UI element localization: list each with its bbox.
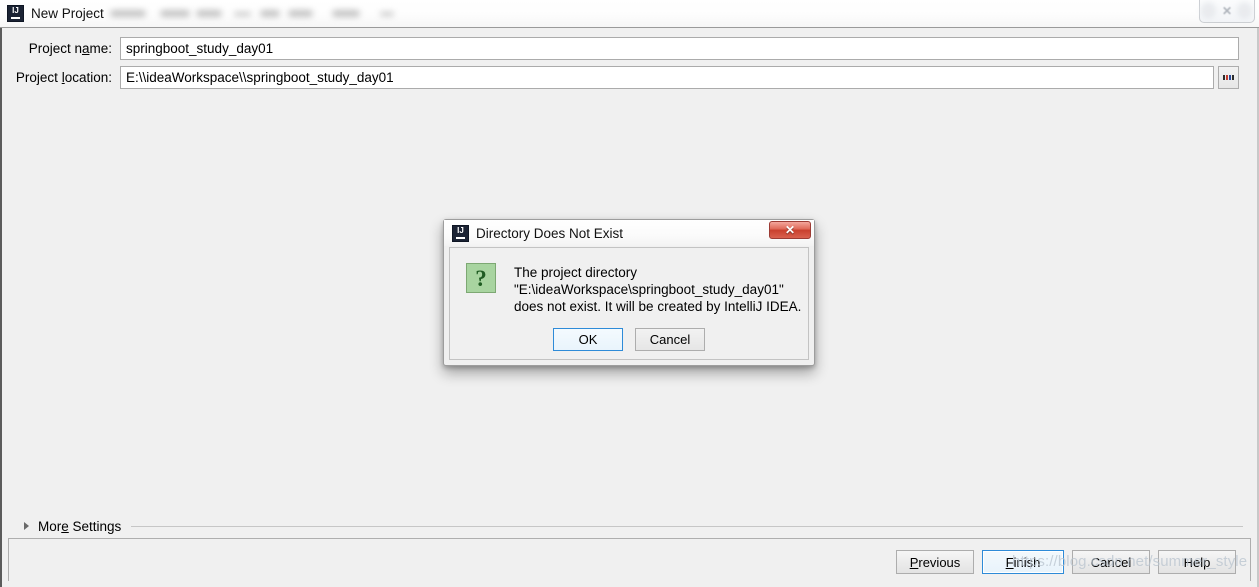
intellij-idea-icon-text: IJ bbox=[457, 225, 464, 235]
cancel-button[interactable]: Cancel bbox=[1072, 550, 1150, 574]
question-mark-glyph: ? bbox=[475, 265, 487, 291]
intellij-idea-icon: IJ bbox=[7, 5, 24, 22]
project-name-input[interactable]: springboot_study_day01 bbox=[120, 37, 1239, 60]
dialog-cancel-button[interactable]: Cancel bbox=[635, 328, 705, 351]
close-button-highlight-left bbox=[1201, 2, 1216, 19]
dialog-message-line: The project directory bbox=[514, 265, 638, 280]
project-location-label: Project location: bbox=[15, 70, 112, 85]
more-settings-label: More Settings bbox=[38, 518, 122, 534]
project-location-input[interactable]: E:\\ideaWorkspace\\springboot_study_day0… bbox=[120, 66, 1214, 89]
project-location-input-value: E:\\ideaWorkspace\\springboot_study_day0… bbox=[126, 70, 394, 85]
dialog-title: Directory Does Not Exist bbox=[476, 225, 624, 241]
previous-button[interactable]: Previous bbox=[896, 550, 974, 574]
chevron-right-icon bbox=[24, 522, 29, 530]
dialog-button-group: OK Cancel bbox=[450, 328, 808, 351]
intellij-idea-icon: IJ bbox=[452, 224, 469, 242]
window-close-button[interactable]: ✕ bbox=[1199, 0, 1255, 23]
dialog-message-line: "E:\ideaWorkspace\springboot_study_day01… bbox=[514, 282, 784, 297]
project-name-input-value: springboot_study_day01 bbox=[126, 41, 274, 56]
intellij-idea-icon-text: IJ bbox=[12, 6, 19, 15]
project-name-label: Project name: bbox=[28, 41, 112, 56]
dialog-message: The project directory "E:\ideaWorkspace\… bbox=[514, 264, 804, 315]
intellij-idea-icon-bar bbox=[11, 17, 20, 19]
dialog-app-icon-wrap: IJ bbox=[452, 224, 469, 242]
dialog-close-button[interactable]: ✕ bbox=[769, 221, 811, 239]
close-icon: ✕ bbox=[1221, 4, 1233, 18]
ok-button[interactable]: OK bbox=[553, 328, 623, 351]
ellipsis-icon bbox=[1223, 75, 1234, 80]
titlebar-left-group: IJ New Project bbox=[7, 5, 104, 22]
dialog-content: ? The project directory "E:\ideaWorkspac… bbox=[449, 247, 809, 360]
titlebar-redacted-overlay bbox=[108, 2, 428, 24]
window-title: New Project bbox=[31, 6, 104, 21]
help-button[interactable]: Help bbox=[1158, 550, 1236, 574]
footer-button-group: Previous Finish Cancel Help bbox=[896, 550, 1236, 574]
close-icon: ✕ bbox=[784, 223, 796, 237]
new-project-window: IJ New Project ✕ Project name: springboo… bbox=[0, 0, 1259, 587]
intellij-idea-icon-bar bbox=[456, 236, 465, 239]
more-settings-section[interactable]: More Settings bbox=[2, 515, 1257, 537]
window-titlebar: IJ New Project ✕ bbox=[0, 0, 1259, 28]
finish-button[interactable]: Finish bbox=[982, 550, 1064, 574]
more-settings-divider bbox=[131, 525, 1243, 527]
dialog-message-line: does not exist. It will be created by In… bbox=[514, 299, 802, 314]
browse-folder-button[interactable] bbox=[1218, 66, 1239, 89]
question-icon: ? bbox=[466, 263, 496, 293]
dialog-titlebar: IJ Directory Does Not Exist ✕ bbox=[444, 220, 814, 246]
directory-does-not-exist-dialog: IJ Directory Does Not Exist ✕ ? The proj… bbox=[443, 219, 815, 366]
footer-panel: Previous Finish Cancel Help bbox=[8, 538, 1251, 581]
close-button-highlight-right bbox=[1237, 2, 1252, 19]
